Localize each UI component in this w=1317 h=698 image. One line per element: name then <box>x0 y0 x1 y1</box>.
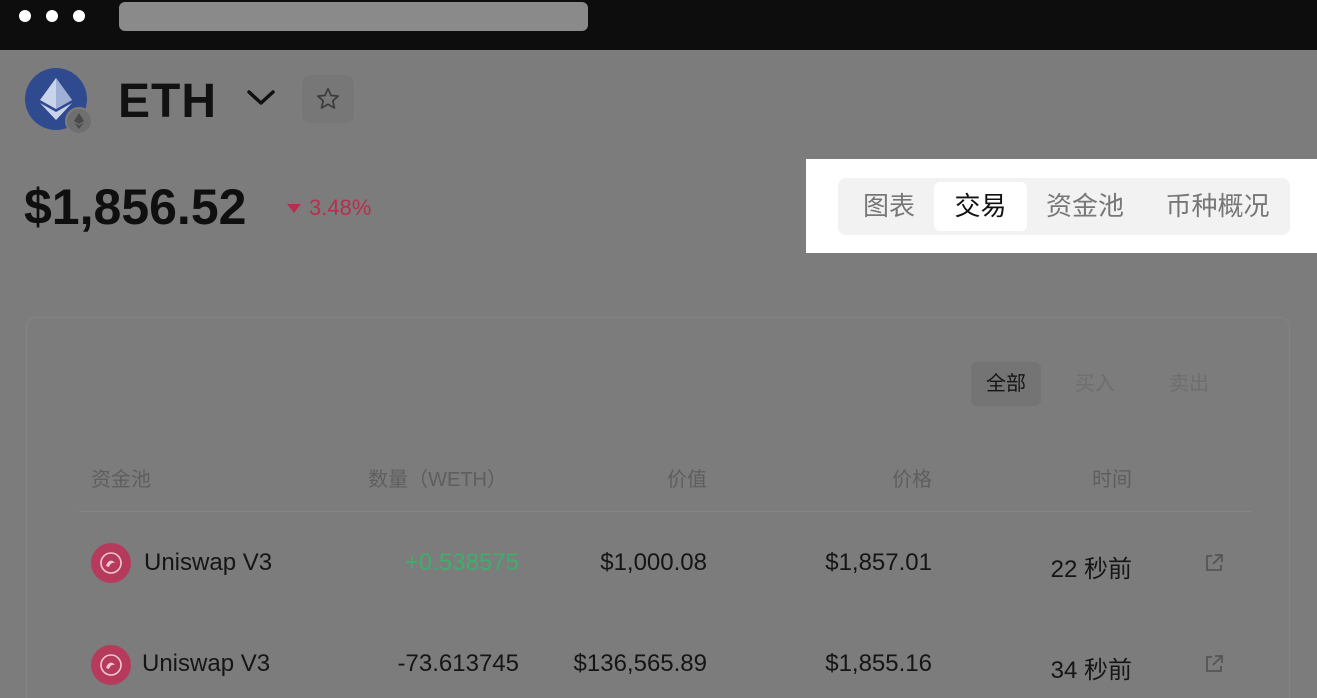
browser-top-bar <box>0 0 1317 50</box>
header-price: 价格 <box>892 469 932 491</box>
trades-card: 全部 买入 卖出 资金池 数量（WETH） 价值 价格 时间 Uniswap V… <box>26 317 1290 698</box>
token-page: ETH $1,856.52 3.48% 图表 交易 资金池 币种概况 全部 买入… <box>0 50 1317 698</box>
trade-value: $1,000.08 <box>600 549 707 576</box>
filter-all[interactable]: 全部 <box>971 362 1041 406</box>
trade-price: $1,857.01 <box>825 549 932 576</box>
tab-chart[interactable]: 图表 <box>844 178 934 235</box>
table-divider <box>79 511 1251 512</box>
coin-symbol: ETH <box>118 75 217 128</box>
address-bar[interactable] <box>119 2 588 31</box>
uniswap-icon <box>91 645 131 685</box>
tab-pools[interactable]: 资金池 <box>1034 178 1136 235</box>
filter-sell[interactable]: 卖出 <box>1157 362 1221 406</box>
down-triangle-icon <box>287 203 301 213</box>
header-pool: 资金池 <box>91 469 151 491</box>
price-change-value: 3.48% <box>309 195 372 220</box>
trade-time: 22 秒前 <box>1050 556 1132 583</box>
price-change: 3.48% <box>287 195 371 221</box>
trade-price: $1,855.16 <box>825 650 932 677</box>
trade-amount: -73.613745 <box>397 650 519 677</box>
pool-name: Uniswap V3 <box>142 650 271 677</box>
favorite-button[interactable] <box>302 75 354 123</box>
header-time: 时间 <box>1092 469 1132 491</box>
chevron-down-icon[interactable] <box>245 86 277 113</box>
star-icon <box>316 87 340 109</box>
external-link-icon[interactable] <box>1203 653 1225 680</box>
trade-amount: +0.538575 <box>404 549 519 576</box>
tab-overview[interactable]: 币种概况 <box>1150 178 1285 235</box>
trade-value: $136,565.89 <box>573 650 707 677</box>
coin-price: $1,856.52 <box>24 179 247 235</box>
pool-name: Uniswap V3 <box>144 549 273 576</box>
uniswap-icon <box>91 543 131 583</box>
trade-time: 34 秒前 <box>1050 657 1132 684</box>
window-dot-icon <box>19 10 31 22</box>
tab-bar: 图表 交易 资金池 币种概况 <box>838 178 1290 235</box>
window-dot-icon <box>46 10 58 22</box>
network-badge-icon <box>65 107 93 135</box>
header-amount: 数量（WETH） <box>368 469 507 491</box>
window-dot-icon <box>73 10 85 22</box>
external-link-icon[interactable] <box>1203 552 1225 579</box>
filter-buy[interactable]: 买入 <box>1063 362 1127 406</box>
header-value: 价值 <box>667 469 707 491</box>
tab-trades[interactable]: 交易 <box>934 182 1027 231</box>
